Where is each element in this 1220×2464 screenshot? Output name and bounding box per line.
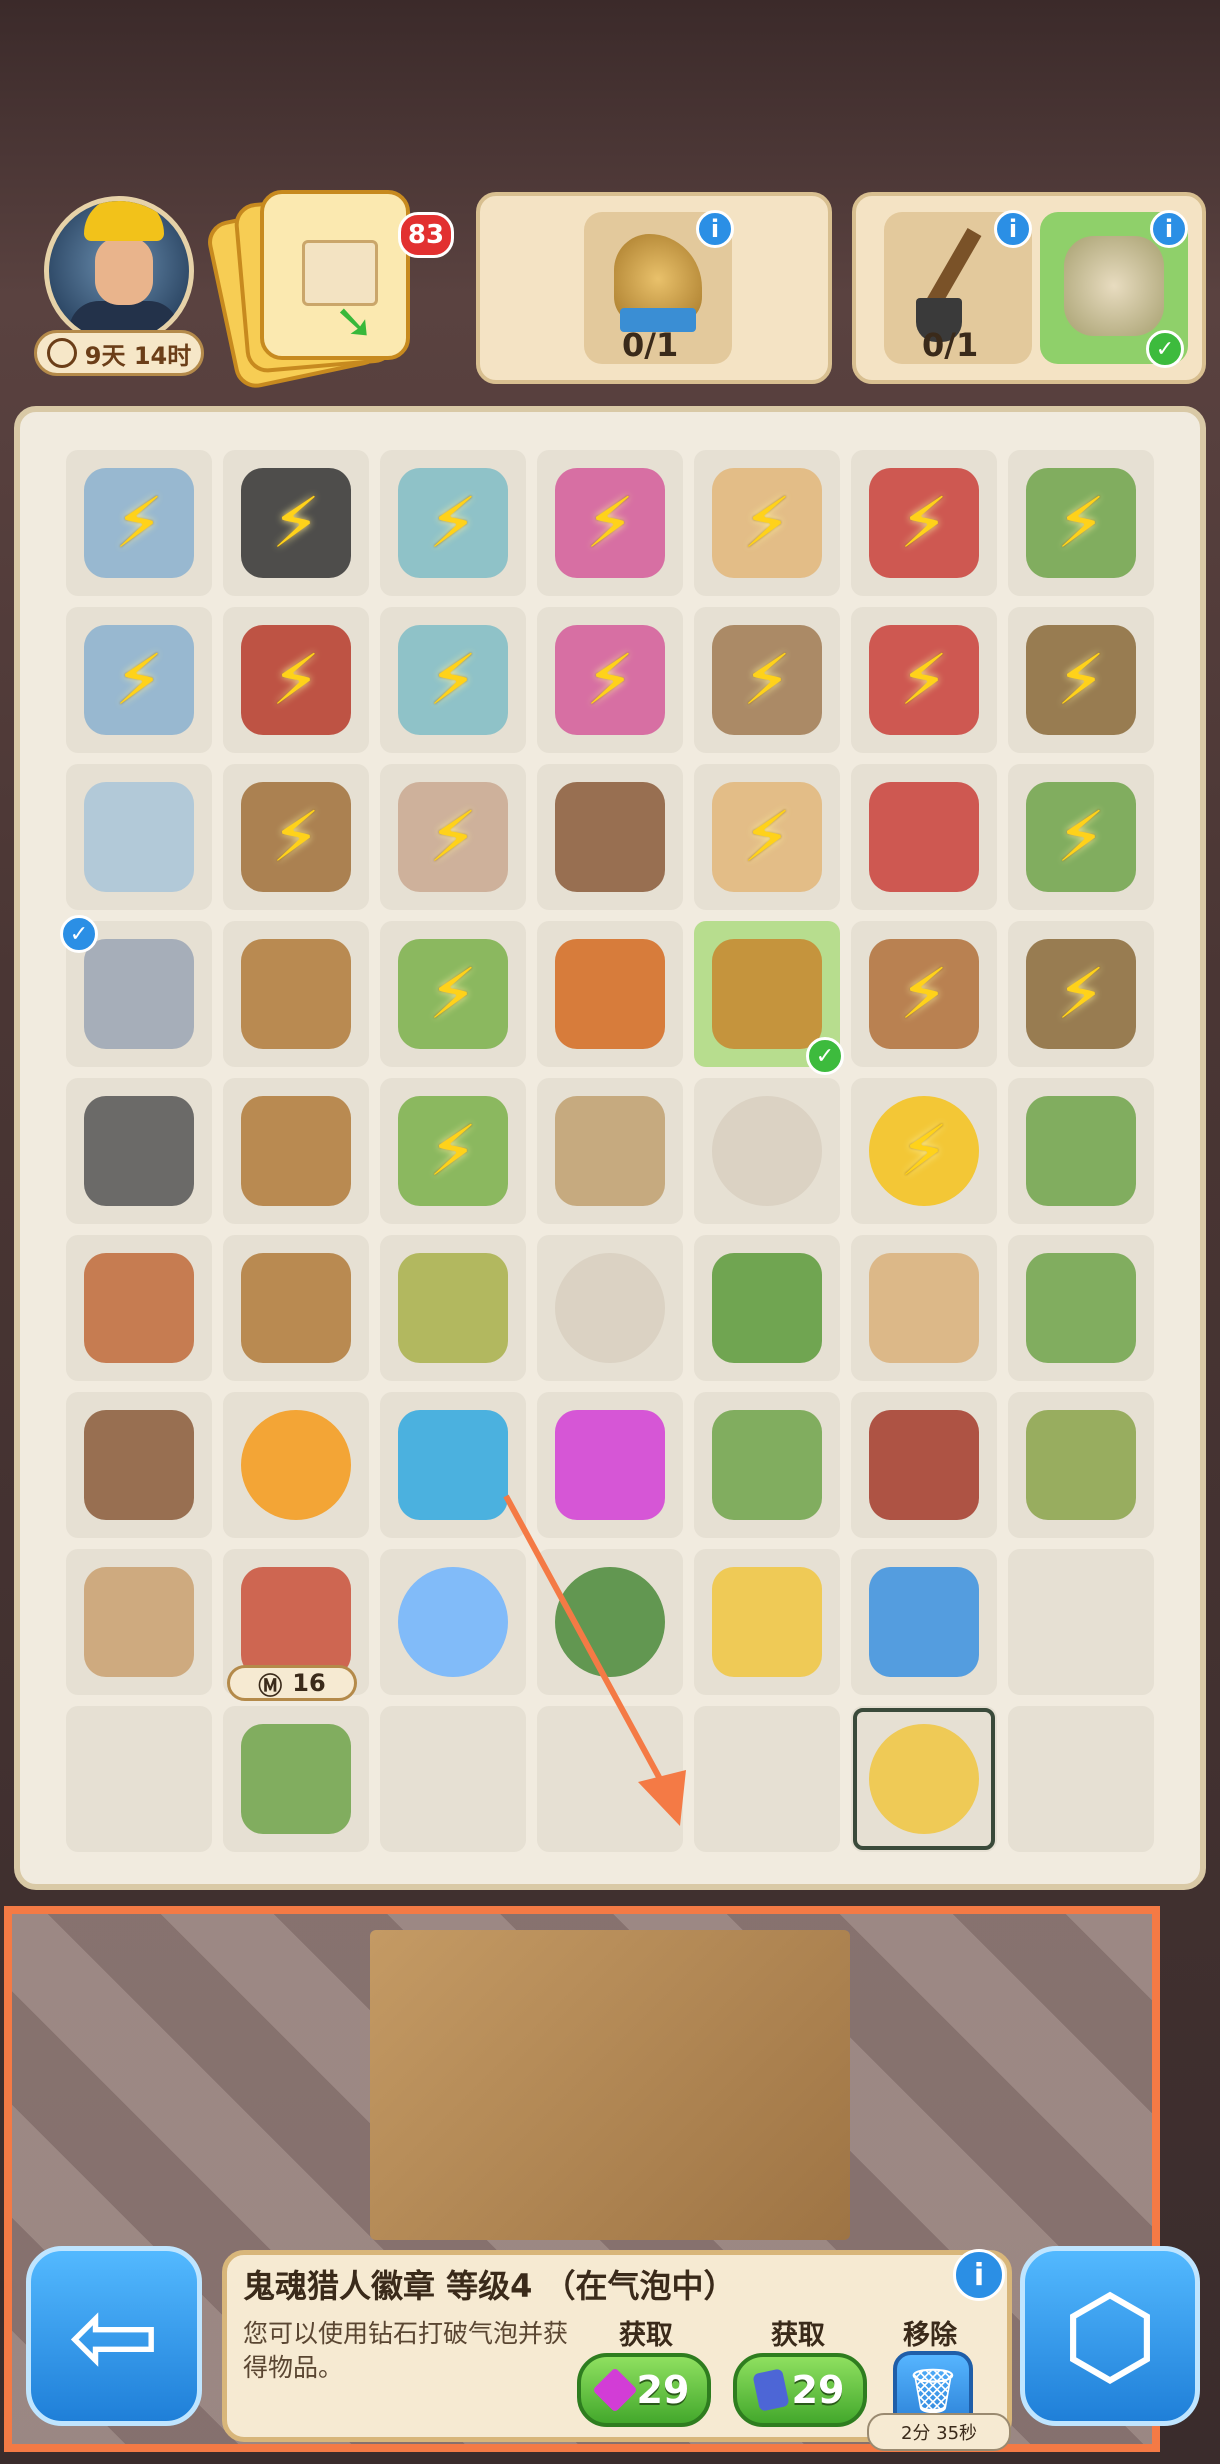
- item-info-panel: 鬼魂猎人徽章 等级4 （在气泡中） i 您可以使用钻石打破气泡并获得物品。 获取…: [222, 2249, 1012, 2451]
- ticket-icon: [751, 2368, 790, 2412]
- back-button[interactable]: ⇦: [26, 2246, 202, 2426]
- buy-gem-label: 获取: [619, 2320, 673, 2351]
- inventory-box-button[interactable]: ⬡: [1020, 2246, 1200, 2426]
- buy-with-gems-button[interactable]: 29: [577, 2353, 711, 2427]
- buy-with-ticket-button[interactable]: 29: [733, 2353, 867, 2427]
- arrow-left-icon: ⇦: [67, 2272, 161, 2400]
- info-icon[interactable]: i: [953, 2249, 1005, 2301]
- open-box-icon: ⬡: [1061, 2272, 1159, 2400]
- item-description: 您可以使用钻石打破气泡并获得物品。: [243, 2319, 569, 2382]
- item-title: 鬼魂猎人徽章 等级4 （在气泡中）: [243, 2267, 736, 2305]
- gem-icon: [591, 2367, 638, 2413]
- remove-timer: 2分 35秒: [867, 2413, 1011, 2451]
- trash-icon: 🗑: [905, 2366, 961, 2417]
- buy-ticket-label: 获取: [771, 2320, 825, 2351]
- remove-label: 移除: [903, 2320, 957, 2351]
